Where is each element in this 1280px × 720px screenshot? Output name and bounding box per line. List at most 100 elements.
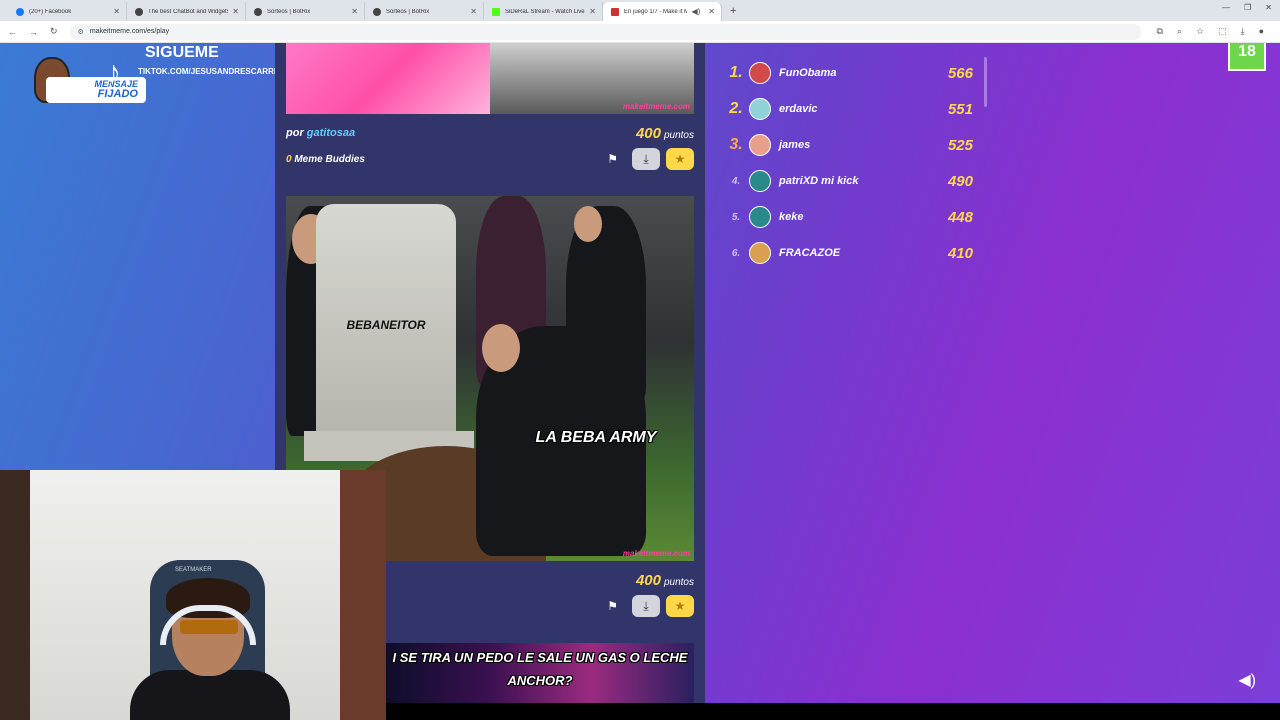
meme-panel-bw: makeitmeme.com bbox=[490, 43, 694, 114]
tab-label: Sorteos | BotRix bbox=[386, 8, 430, 15]
player-score: 448 bbox=[947, 208, 973, 226]
page-icon bbox=[135, 7, 143, 16]
meme-1-meta: por gatitosaa 400 puntos bbox=[286, 123, 694, 143]
tab-kick-stream[interactable]: SiDeRaL Stream - Watch Live o ✕ bbox=[484, 2, 603, 21]
url-field[interactable]: ⚙ makeitmeme.com/es/play bbox=[69, 23, 1141, 40]
player-avatar bbox=[749, 242, 771, 264]
address-bar: ← → ↻ ⚙ makeitmeme.com/es/play ⧉ ⌕ ☆ ⬚ ⤓… bbox=[0, 21, 1280, 43]
tab-botrix-1[interactable]: Sorteos | BotRix ✕ bbox=[246, 2, 365, 21]
zoom-icon[interactable]: ⌕ bbox=[1177, 26, 1182, 37]
minimize-icon[interactable]: — bbox=[1222, 3, 1230, 12]
close-icon[interactable]: ✕ bbox=[470, 7, 477, 16]
report-flag-icon[interactable]: ⚑ bbox=[607, 152, 618, 166]
favorite-button[interactable]: ★ bbox=[666, 148, 694, 170]
person-kneeling-face bbox=[482, 324, 520, 372]
new-tab-button[interactable]: + bbox=[730, 2, 736, 21]
audio-icon[interactable]: ◀) bbox=[691, 7, 700, 16]
meme-caption-line-1: I SE TIRA UN PEDO LE SALE UN GAS O LECHE bbox=[392, 650, 688, 665]
author-name[interactable]: gatitosaa bbox=[307, 127, 355, 139]
tab-label: The best ChatBot and Widgets bbox=[148, 8, 229, 15]
tab-makeitmeme[interactable]: En juego 1/7 - Make it Mer ◀) ✕ bbox=[603, 2, 722, 21]
game-page: MENSAJE FIJADO ♪ SIGUEME TIKTOK.COM/JESU… bbox=[0, 43, 1280, 720]
page-icon bbox=[254, 7, 262, 16]
leaderboard-row: 2. erdavic 551 bbox=[723, 91, 985, 127]
install-icon[interactable]: ⧉ bbox=[1157, 26, 1163, 37]
meme-actions: ⚑ ⤓ ★ bbox=[607, 148, 694, 170]
streamer-torso bbox=[130, 670, 290, 720]
close-window-icon[interactable]: ✕ bbox=[1265, 3, 1272, 12]
favorite-button[interactable]: ★ bbox=[666, 595, 694, 617]
rank: 4. bbox=[731, 175, 741, 187]
window-controls: — ❐ ✕ bbox=[1222, 3, 1272, 12]
download-button[interactable]: ⤓ bbox=[632, 595, 660, 617]
download-button[interactable]: ⤓ bbox=[632, 148, 660, 170]
leaderboard-scrollbar[interactable] bbox=[984, 57, 987, 107]
points-value: 400 bbox=[635, 571, 661, 589]
tab-label: SiDeRaL Stream - Watch Live o bbox=[505, 8, 586, 15]
forward-icon[interactable]: → bbox=[29, 27, 38, 37]
restore-icon[interactable]: ❐ bbox=[1244, 3, 1251, 12]
tab-facebook[interactable]: (20+) Facebook ✕ bbox=[8, 2, 127, 21]
profile-icon[interactable]: ● bbox=[1259, 26, 1264, 37]
download-icon[interactable]: ⤓ bbox=[1241, 26, 1245, 37]
leaderboard-row: 4. patriXD mi kick 490 bbox=[723, 163, 985, 199]
bookmark-star-icon[interactable]: ☆ bbox=[1196, 26, 1204, 37]
facebook-icon bbox=[16, 7, 24, 16]
leaderboard-row: 1. FunObama 566 bbox=[723, 55, 985, 91]
person-back-2-face bbox=[574, 206, 602, 242]
meme-buddies: 0 Meme Buddies bbox=[286, 154, 365, 165]
pinned-label-line-2: FIJADO bbox=[97, 88, 138, 100]
age-rating-badge: 18 bbox=[1228, 43, 1266, 71]
meme-actions: ⚑ ⤓ ★ bbox=[607, 595, 694, 617]
leaderboard-row: 3. james 525 bbox=[723, 127, 985, 163]
player-name: james bbox=[779, 139, 811, 151]
tab-label: En juego 1/7 - Make it Mer bbox=[624, 8, 688, 15]
close-icon[interactable]: ✕ bbox=[351, 7, 358, 16]
points-value: 400 bbox=[635, 124, 661, 142]
player-avatar bbox=[749, 62, 771, 84]
tab-label: (20+) Facebook bbox=[29, 8, 72, 15]
extensions-icon[interactable]: ⬚ bbox=[1218, 26, 1227, 37]
speaker-icon[interactable]: ◀) bbox=[1238, 670, 1256, 690]
points-label: puntos bbox=[663, 576, 694, 588]
close-icon[interactable]: ✕ bbox=[589, 7, 596, 16]
reload-icon[interactable]: ↻ bbox=[50, 26, 58, 37]
player-name: patriXD mi kick bbox=[779, 175, 859, 187]
browser-tab-bar: (20+) Facebook ✕ The best ChatBot and Wi… bbox=[0, 0, 1280, 21]
tab-label: Sorteos | BotRix bbox=[267, 8, 311, 15]
points-label: puntos bbox=[663, 129, 694, 141]
follow-heading: SIGUEME bbox=[145, 44, 219, 61]
rank: 1. bbox=[729, 64, 743, 81]
player-score: 551 bbox=[947, 100, 973, 118]
page-icon bbox=[373, 7, 381, 16]
leaderboard-row: 6. FRACAZOE 410 bbox=[723, 235, 985, 271]
back-icon[interactable]: ← bbox=[8, 27, 17, 37]
tiktok-icon: ♪ bbox=[106, 56, 121, 89]
report-flag-icon[interactable]: ⚑ bbox=[607, 599, 618, 613]
player-name: FRACAZOE bbox=[779, 247, 841, 259]
rank: 3. bbox=[729, 136, 743, 153]
watermark: makeitmeme.com bbox=[622, 549, 690, 558]
close-icon[interactable]: ✕ bbox=[113, 7, 120, 16]
kick-icon bbox=[492, 7, 500, 16]
toolbar-icons: ⧉ ⌕ ☆ ⬚ ⤓ ● bbox=[1157, 26, 1265, 37]
buddies-label: Meme Buddies bbox=[294, 153, 365, 165]
meme-caption: I SE TIRA UN PEDO LE SALE UN GAS O LECHE… bbox=[386, 646, 694, 692]
rank: 2. bbox=[729, 100, 743, 117]
rank: 6. bbox=[731, 247, 741, 259]
close-icon[interactable]: ✕ bbox=[708, 7, 715, 16]
player-avatar bbox=[749, 206, 771, 228]
rank: 5. bbox=[731, 211, 741, 223]
points-display: 400 puntos bbox=[636, 572, 694, 589]
tombstone-caption: BEBANEITOR bbox=[346, 318, 426, 332]
tab-chatbot[interactable]: The best ChatBot and Widgets ✕ bbox=[127, 2, 246, 21]
player-score: 566 bbox=[947, 64, 973, 82]
close-icon[interactable]: ✕ bbox=[232, 7, 239, 16]
author-line: por gatitosaa bbox=[286, 127, 355, 139]
player-avatar bbox=[749, 98, 771, 120]
player-score: 490 bbox=[947, 172, 973, 190]
site-info-icon[interactable]: ⚙ bbox=[78, 28, 84, 36]
tab-botrix-2[interactable]: Sorteos | BotRix ✕ bbox=[365, 2, 484, 21]
player-name: keke bbox=[779, 211, 804, 223]
chair-brand: SEATMAKER bbox=[175, 567, 212, 573]
